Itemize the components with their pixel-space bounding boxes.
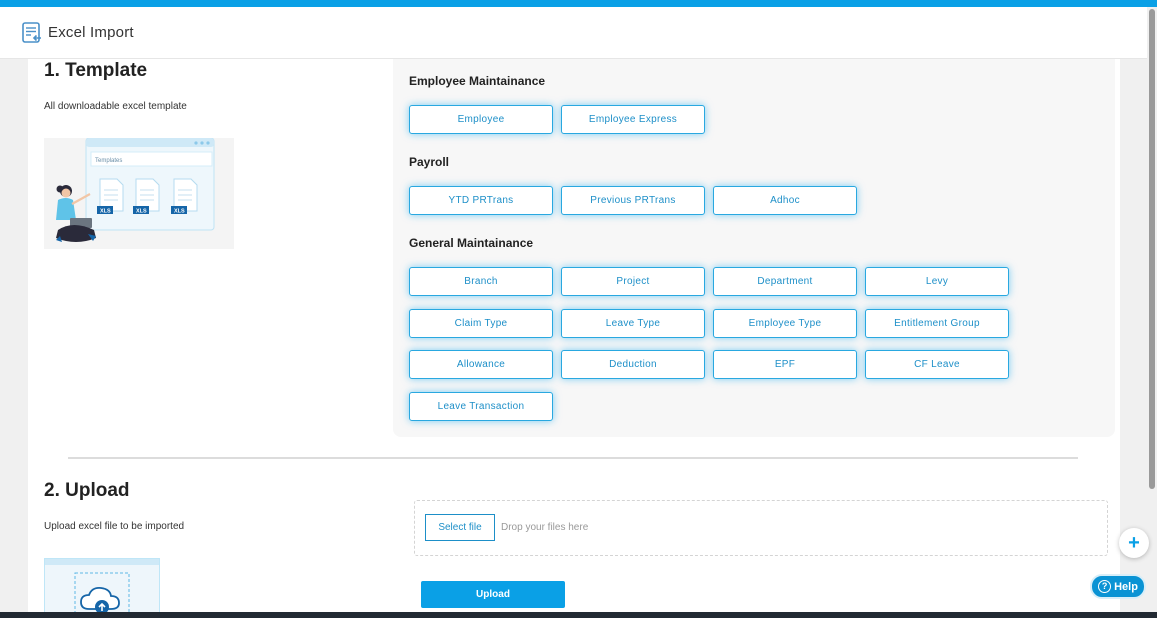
help-button-label: Help — [1114, 580, 1138, 593]
drop-hint-text: Drop your files here — [501, 522, 589, 533]
template-project-button[interactable]: Project — [561, 267, 705, 296]
template-section-title: 1. Template — [44, 60, 148, 81]
template-illustration: Templates XLS XLS XLS — [44, 137, 234, 249]
page-title: Excel Import — [48, 24, 134, 41]
template-illustration-graphic: Templates XLS XLS XLS — [56, 137, 215, 242]
template-adhoc-button[interactable]: Adhoc — [713, 186, 857, 215]
template-department-button[interactable]: Department — [713, 267, 857, 296]
template-cf-leave-button[interactable]: CF Leave — [865, 350, 1009, 379]
group-title-payroll: Payroll — [409, 155, 450, 169]
file-dropzone[interactable]: Select file Drop your files here — [414, 500, 1108, 556]
group-title-employee-maintainance: Employee Maintainance — [409, 74, 546, 88]
question-circle-icon: ? — [1098, 580, 1112, 593]
template-deduction-button[interactable]: Deduction — [561, 350, 705, 379]
import-sheet-icon — [22, 21, 41, 43]
upload-button[interactable]: Upload — [421, 581, 565, 608]
cloud-upload-icon — [45, 559, 159, 618]
template-levy-button[interactable]: Levy — [865, 267, 1009, 296]
template-leave-type-button[interactable]: Leave Type — [561, 309, 705, 338]
os-taskbar — [0, 612, 1157, 618]
template-employee-button[interactable]: Employee — [409, 105, 553, 134]
upload-section-subtitle: Upload excel file to be imported — [44, 521, 185, 532]
template-employee-type-button[interactable]: Employee Type — [713, 309, 857, 338]
template-section-subtitle: All downloadable excel template — [44, 101, 187, 112]
page-header: Excel Import — [0, 7, 1147, 59]
upload-illustration — [44, 558, 160, 618]
template-panel: Employee Maintainance Employee Employee … — [393, 59, 1115, 437]
section-divider — [68, 457, 1078, 459]
template-leave-transaction-button[interactable]: Leave Transaction — [409, 392, 553, 421]
main-content: 1. Template All downloadable excel templ… — [28, 59, 1120, 618]
template-epf-button[interactable]: EPF — [713, 350, 857, 379]
select-file-button[interactable]: Select file — [425, 514, 495, 541]
scrollbar-thumb[interactable] — [1149, 9, 1155, 489]
help-button[interactable]: ? Help — [1090, 574, 1146, 599]
top-accent-bar — [0, 0, 1157, 7]
group-title-general-maintainance: General Maintainance — [409, 236, 534, 250]
add-floating-button[interactable]: + — [1119, 528, 1149, 558]
template-ytd-prtrans-button[interactable]: YTD PRTrans — [409, 186, 553, 215]
xls-badge-3: XLS — [174, 209, 185, 215]
xls-badge-2: XLS — [136, 209, 147, 215]
upload-section-title: 2. Upload — [44, 480, 130, 501]
template-allowance-button[interactable]: Allowance — [409, 350, 553, 379]
vertical-scrollbar[interactable] — [1147, 7, 1157, 618]
illustration-window-label: Templates — [95, 158, 122, 164]
template-claim-type-button[interactable]: Claim Type — [409, 309, 553, 338]
template-branch-button[interactable]: Branch — [409, 267, 553, 296]
template-previous-prtrans-button[interactable]: Previous PRTrans — [561, 186, 705, 215]
template-entitlement-group-button[interactable]: Entitlement Group — [865, 309, 1009, 338]
xls-badge-1: XLS — [100, 209, 111, 215]
template-employee-express-button[interactable]: Employee Express — [561, 105, 705, 134]
